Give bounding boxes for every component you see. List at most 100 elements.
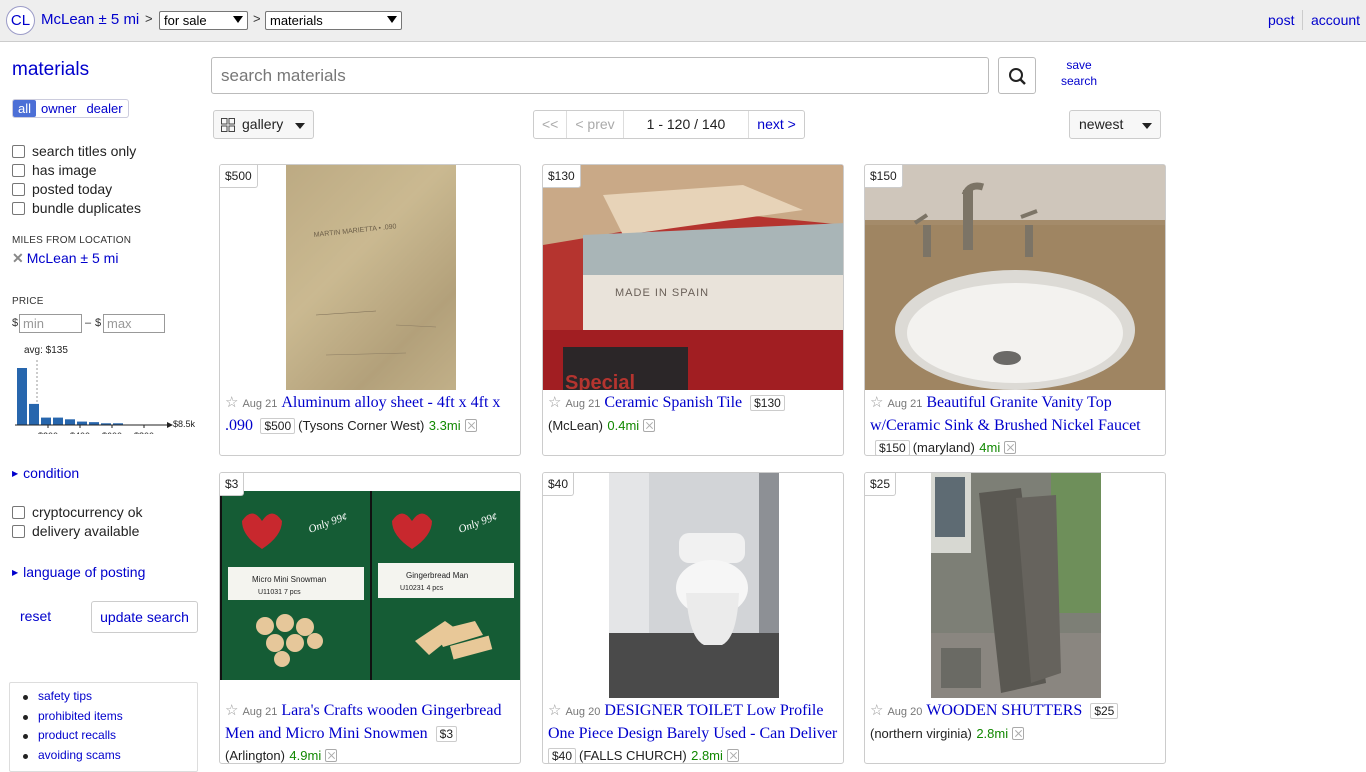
star-icon[interactable]: ☆ [548,394,561,411]
histogram-tick-label: $200 [38,431,58,434]
checkbox[interactable] [12,163,25,177]
tile-box-text: Special [565,372,635,390]
currency-label: $ [12,317,19,329]
category-title[interactable]: materials [12,59,89,81]
view-select[interactable]: gallery [213,110,314,139]
hide-listing-icon[interactable] [643,419,656,432]
chevron-down-icon [233,16,243,23]
search-button[interactable] [998,57,1036,94]
hide-listing-icon[interactable] [1012,727,1025,740]
listing-image[interactable] [865,165,1165,390]
checkbox[interactable] [12,201,25,215]
hide-listing-icon[interactable] [1004,441,1017,454]
listing-image[interactable]: Only 99¢ Only 99¢ Micro Mini Snowman U11… [220,491,520,680]
listing-distance: 2.8mi [976,726,1009,741]
miles-location-filter[interactable]: ✕ McLean ± 5 mi [12,250,118,267]
bundle-duplicates-checkbox[interactable]: bundle duplicates [12,200,141,216]
listing-location: (FALLS CHURCH) [579,748,687,763]
listing-title[interactable]: WOODEN SHUTTERS [926,702,1082,719]
delivery-available-checkbox[interactable]: delivery available [12,523,139,539]
star-icon[interactable]: ☆ [548,702,561,719]
listing-card[interactable]: $150 ☆ Aug 21 Beautiful Granite Vanity Top… [864,164,1166,456]
listing-image[interactable] [609,473,779,698]
listing-date: Aug 20 [887,706,923,718]
hide-listing-icon[interactable] [464,419,477,432]
filter-dealer[interactable]: dealer [81,100,127,117]
hide-listing-icon[interactable] [325,749,338,762]
save-search-link[interactable]: save search [1058,57,1100,89]
avoiding-scams-link[interactable]: avoiding scams [23,748,197,768]
next-page-button[interactable]: next > [749,111,804,138]
listing-distance: 2.8mi [691,748,723,763]
histogram-bars [17,368,123,425]
checkbox[interactable] [12,144,25,158]
histogram-bar [65,419,75,425]
craft-right-name: Gingerbread Man [406,571,468,580]
condition-toggle[interactable]: ▶ condition [12,465,79,481]
breadcrumb-separator: > [145,11,153,26]
product-recalls-link[interactable]: product recalls [23,728,197,748]
listing-title[interactable]: Ceramic Spanish Tile [604,394,742,411]
listing-card[interactable]: $40 ☆ Aug 20 DESIGNER TOILET Low Profile O… [542,472,844,764]
reset-link[interactable]: reset [20,608,51,624]
max-price-input[interactable]: max [103,314,165,333]
star-icon[interactable]: ☆ [225,394,238,411]
prev-page-button[interactable]: < prev [567,111,624,138]
min-price-input[interactable]: min [19,314,82,333]
checkbox-label: cryptocurrency ok [32,504,143,520]
craft-left-code: U11031 7 pcs [258,589,301,596]
listing-price: $25 [1090,703,1119,719]
listing-card[interactable]: MADE IN SPAIN Special $130 ☆ Aug 21 Cerami… [542,164,844,456]
has-image-checkbox[interactable]: has image [12,162,97,178]
filter-all[interactable]: all [13,100,37,117]
listing-location: (maryland) [912,440,975,455]
gallery-grid-icon [221,118,235,132]
close-icon[interactable]: ✕ [12,250,24,266]
craigslist-logo[interactable]: CL [6,6,35,35]
first-page-button[interactable]: << [534,111,568,138]
hide-listing-icon[interactable] [726,749,739,762]
histogram-ticks: $200 $400 $600 $800 [38,425,154,441]
checkbox[interactable] [12,505,25,519]
checkbox[interactable] [12,182,25,196]
listing-card[interactable]: $25 ☆ Aug 20 WOODEN SHUTTERS $25 (northern … [864,472,1166,764]
location-link[interactable]: McLean ± 5 mi [41,11,139,28]
sort-select[interactable]: newest [1069,110,1161,139]
craft-left-name: Micro Mini Snowman [252,575,326,584]
miles-heading: MILES FROM LOCATION [12,235,132,246]
listing-image[interactable] [931,473,1101,698]
listing-image[interactable]: MADE IN SPAIN Special [543,165,843,390]
price-badge: $25 [865,473,897,496]
prohibited-items-link[interactable]: prohibited items [23,709,197,729]
posted-today-checkbox[interactable]: posted today [12,181,112,197]
listing-card[interactable]: Only 99¢ Only 99¢ Micro Mini Snowman U11… [219,472,521,764]
search-titles-only-checkbox[interactable]: search titles only [12,143,136,159]
language-toggle[interactable]: ▶ language of posting [12,564,145,580]
update-search-button[interactable]: update search [91,601,198,633]
star-icon[interactable]: ☆ [870,394,883,411]
search-icon [1009,68,1026,85]
post-link[interactable]: post [1268,12,1294,28]
listing-image[interactable]: MARTIN MARIETTA • .090 [286,165,456,390]
cryptocurrency-ok-checkbox[interactable]: cryptocurrency ok [12,504,142,520]
price-badge: $150 [865,165,903,188]
histogram-tick-label: $600 [102,431,122,434]
star-icon[interactable]: ☆ [870,702,883,719]
category-select[interactable]: materials [265,11,402,30]
filter-owner[interactable]: owner [36,100,81,117]
listing-price: $40 [548,748,577,763]
type-select[interactable]: for sale [159,11,248,30]
listing-date: Aug 21 [242,706,278,718]
safety-tips-link[interactable]: safety tips [23,689,197,709]
listing-date: Aug 21 [242,398,278,410]
triangle-right-icon: ▶ [12,469,19,478]
vanity-sink-photo [865,165,1165,390]
star-icon[interactable]: ☆ [225,702,238,719]
checkbox[interactable] [12,524,25,538]
listing-location: (Tysons Corner West) [298,418,425,433]
listing-card[interactable]: MARTIN MARIETTA • .090 $500 ☆ Aug 21 Alumi… [219,164,521,456]
language-label: language of posting [23,564,146,580]
search-input[interactable]: search materials [211,57,989,94]
account-link[interactable]: account [1311,12,1360,28]
currency-label: $ [95,317,102,329]
